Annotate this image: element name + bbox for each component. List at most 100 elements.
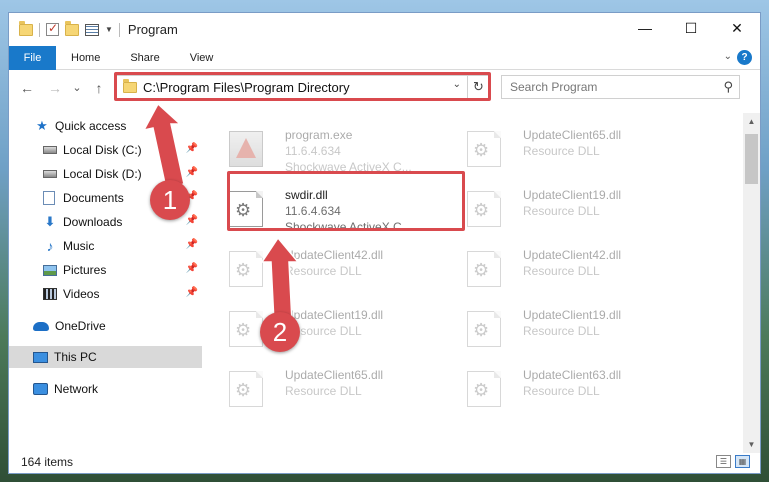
pin-icon[interactable]: 📌 — [186, 239, 198, 250]
dll-icon: ⚙ — [229, 251, 263, 287]
file-name: UpdateClient42.dll — [523, 248, 622, 262]
scroll-up-icon[interactable]: ▲ — [743, 113, 760, 130]
properties-check-icon[interactable] — [46, 21, 59, 36]
forward-button[interactable]: → — [45, 80, 65, 96]
file-item-updateclient19[interactable]: ⚙ UpdateClient19.dll Resource DLL — [443, 175, 677, 231]
file-name: UpdateClient65.dll — [523, 128, 622, 142]
disk-icon — [43, 170, 57, 178]
tab-home[interactable]: Home — [56, 52, 115, 64]
title-bar: ▼ Program — ☐ ✕ — [9, 13, 760, 46]
sidebar-item-label: Downloads — [63, 215, 123, 229]
tab-view[interactable]: View — [175, 52, 229, 64]
expand-ribbon-icon[interactable]: ⌄ — [724, 51, 732, 62]
file-item-updateclient65[interactable]: ⚙ UpdateClient65.dll Resource DLL — [443, 115, 677, 171]
step-badge-2: 2 — [260, 312, 300, 352]
window-controls: — ☐ ✕ — [622, 13, 760, 43]
status-bar: 164 items ☰ ▦ — [9, 451, 760, 473]
pin-icon[interactable]: 📌 — [186, 215, 198, 226]
network-icon — [33, 383, 48, 395]
details-view-icon[interactable]: ☰ — [716, 455, 731, 468]
sidebar-item-music[interactable]: ♪ Music 📌 — [9, 235, 202, 257]
scroll-thumb[interactable] — [745, 134, 758, 184]
quick-access-toolbar: ▼ — [9, 20, 120, 37]
search-box[interactable]: ⚲ — [501, 75, 740, 99]
file-name: UpdateClient19.dll — [523, 308, 622, 322]
file-type: Resource DLL — [285, 384, 362, 398]
file-item-updateclient42[interactable]: ⚙ UpdateClient42.dll Resource DLL — [443, 235, 677, 291]
sidebar-item-quick-access[interactable]: ★ Quick access — [9, 115, 202, 137]
search-icon[interactable]: ⚲ — [723, 79, 733, 95]
window-title: Program — [127, 22, 178, 37]
file-item-updateclient63[interactable]: ⚙ UpdateClient63.dll Resource DLL — [443, 355, 677, 411]
file-type: Resource DLL — [523, 144, 600, 158]
sidebar-item-label: Pictures — [63, 263, 107, 277]
sidebar-item-label: Local Disk (D:) — [63, 167, 142, 181]
pin-icon[interactable]: 📌 — [186, 143, 198, 154]
file-type: Resource DLL — [523, 264, 600, 278]
file-name: UpdateClient19.dll — [285, 308, 384, 322]
documents-icon — [43, 191, 55, 205]
exe-icon — [229, 131, 263, 167]
search-input[interactable] — [510, 80, 710, 94]
computer-icon — [33, 351, 48, 363]
step-badge-1: 1 — [150, 180, 190, 220]
sidebar-item-onedrive[interactable]: OneDrive — [9, 315, 202, 337]
file-version: 11.6.4.634 — [285, 144, 341, 158]
file-item-program-exe[interactable]: program.exe 11.6.4.634 Shockwave ActiveX… — [205, 115, 439, 174]
sidebar-item-label: Local Disk (C:) — [63, 143, 142, 157]
file-item-updateclient19[interactable]: ⚙ UpdateClient19.dll Resource DLL — [443, 295, 677, 351]
folder-icon — [19, 20, 33, 36]
vertical-scrollbar[interactable]: ▲ ▼ — [743, 113, 760, 453]
file-type: Resource DLL — [523, 204, 600, 218]
recent-locations-button[interactable]: ⌄ — [67, 81, 87, 94]
cloud-icon — [33, 321, 49, 331]
sidebar-item-pictures[interactable]: Pictures 📌 — [9, 259, 202, 281]
pin-icon[interactable]: 📌 — [186, 167, 198, 178]
back-button[interactable]: ← — [17, 80, 37, 96]
sidebar-item-videos[interactable]: Videos 📌 — [9, 283, 202, 305]
close-button[interactable]: ✕ — [714, 13, 760, 43]
large-icons-view-icon[interactable]: ▦ — [735, 455, 750, 468]
disk-icon — [43, 146, 57, 154]
view-switcher: ☰ ▦ — [716, 455, 750, 468]
file-item-updateclient42[interactable]: ⚙ UpdateClient42.dll Resource DLL — [205, 235, 439, 291]
maximize-button[interactable]: ☐ — [668, 13, 714, 43]
sidebar-item-label: Music — [63, 239, 95, 253]
file-name: UpdateClient63.dll — [523, 368, 622, 382]
file-highlight-box — [227, 171, 465, 231]
dll-icon: ⚙ — [467, 371, 501, 407]
qat-dropdown-icon[interactable]: ▼ — [105, 25, 113, 34]
file-type: Resource DLL — [523, 384, 600, 398]
sidebar-item-local-disk-c[interactable]: Local Disk (C:) 📌 — [9, 139, 202, 161]
help-button[interactable]: ? — [737, 50, 752, 65]
file-name: UpdateClient65.dll — [285, 368, 384, 382]
sidebar-item-label: OneDrive — [55, 319, 106, 333]
sidebar-item-label: Documents — [63, 191, 124, 205]
sidebar-item-this-pc[interactable]: This PC — [9, 346, 202, 368]
file-name: UpdateClient42.dll — [285, 248, 384, 262]
sidebar-item-label: Videos — [63, 287, 100, 301]
pin-icon[interactable]: 📌 — [186, 287, 198, 298]
tab-file[interactable]: File — [9, 45, 56, 70]
file-item-updateclient65[interactable]: ⚙ UpdateClient65.dll Resource DLL — [205, 355, 439, 411]
star-icon: ★ — [36, 118, 48, 133]
up-button[interactable]: ↑ — [89, 80, 109, 96]
dll-icon: ⚙ — [229, 311, 263, 347]
pin-icon[interactable]: 📌 — [186, 263, 198, 274]
minimize-button[interactable]: — — [622, 13, 668, 43]
file-name: UpdateClient19.dll — [523, 188, 622, 202]
pictures-icon — [43, 264, 57, 276]
new-folder-icon[interactable] — [65, 20, 79, 36]
sidebar-item-label: This PC — [54, 350, 97, 364]
navigation-pane: ★ Quick access Local Disk (C:) 📌 Local D… — [9, 113, 202, 453]
item-count: 164 items — [21, 455, 74, 469]
tab-share[interactable]: Share — [115, 52, 174, 64]
sidebar-item-label: Network — [54, 382, 99, 396]
dll-icon: ⚙ — [467, 311, 501, 347]
file-item-updateclient19[interactable]: ⚙ UpdateClient19.dll Resource DLL — [205, 295, 439, 351]
dll-icon: ⚙ — [467, 251, 501, 287]
file-type: Resource DLL — [285, 264, 362, 278]
dll-icon: ⚙ — [229, 371, 263, 407]
customize-view-icon[interactable] — [85, 23, 99, 36]
sidebar-item-network[interactable]: Network — [9, 378, 202, 400]
